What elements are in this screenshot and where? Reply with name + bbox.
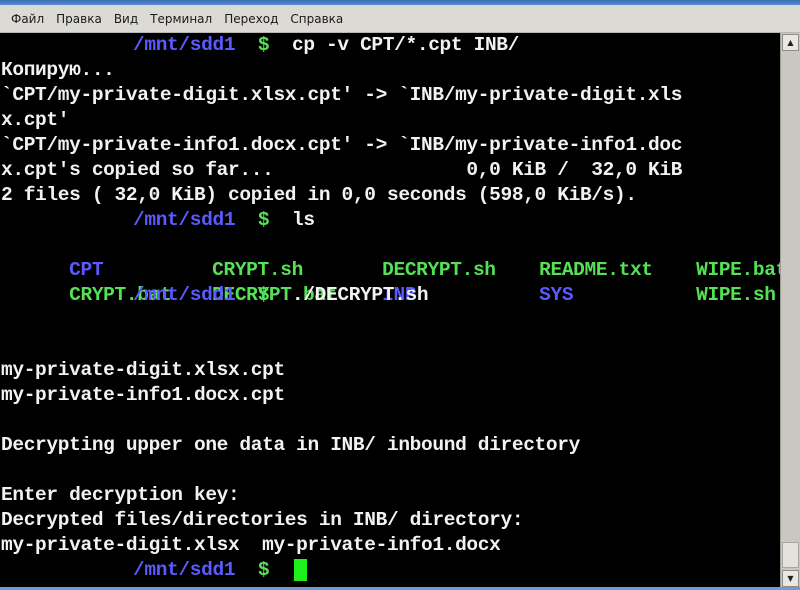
vertical-scrollbar[interactable]: ▲ ▼ <box>780 33 800 588</box>
prompt-symbol: $ <box>257 209 270 231</box>
output-line: 2 files ( 32,0 KiB) copied in 0,0 second… <box>1 184 637 206</box>
ls-entry: README.txt <box>539 259 653 281</box>
prompt-line: /mnt/sdd1 $ cp -v CPT/*.cpt INB/ <box>1 33 780 58</box>
menu-file[interactable]: Файл <box>6 10 49 28</box>
ls-entry: CRYPT.sh <box>212 259 303 281</box>
ls-row: CPT CRYPT.sh DECRYPT.sh README.txt WIPE.bat <box>1 233 780 281</box>
menu-help[interactable]: Справка <box>285 10 348 28</box>
output-line: Decrypting upper one data in INB/ inboun… <box>1 434 580 456</box>
output-line: x.cpt' <box>1 109 70 131</box>
output-line: my-private-info1.docx.cpt <box>1 384 285 406</box>
output-line: my-private-digit.xlsx.cpt <box>1 359 285 381</box>
arrow-up-icon: ▲ <box>787 38 794 47</box>
scroll-down-button[interactable]: ▼ <box>782 570 799 587</box>
prompt-line: /mnt/sdd1 $ ls <box>1 208 780 233</box>
output-line: my-private-digit.xlsx my-private-info1.d… <box>1 534 501 556</box>
menu-bar: Файл Правка Вид Терминал Переход Справка <box>0 5 800 33</box>
menu-view[interactable]: Вид <box>109 10 143 28</box>
terminal-lines: /mnt/sdd1 $ cp -v CPT/*.cpt INB/ Копирую… <box>1 33 780 583</box>
ls-entry: DECRYPT.sh <box>382 259 496 281</box>
command-text: ./DECRYPT.sh <box>291 284 429 306</box>
prompt-path: /mnt/sdd1 <box>133 559 236 581</box>
ls-entry: WIPE.bat <box>696 259 780 281</box>
output-line: x.cpt's copied so far... 0,0 KiB / 32,0 … <box>1 159 683 181</box>
output-line: Enter decryption key: <box>1 484 240 506</box>
ls-entry: SYS <box>539 284 574 306</box>
text-cursor <box>293 558 307 581</box>
output-line: `CPT/my-private-info1.docx.cpt' -> `INB/… <box>1 134 683 156</box>
command-text: ls <box>291 209 315 231</box>
prompt-path: /mnt/sdd1 <box>133 209 236 231</box>
output-line: Копирую... <box>1 59 115 81</box>
prompt-symbol: $ <box>257 559 270 581</box>
prompt-line: /mnt/sdd1 $ <box>1 558 780 583</box>
ls-entry: CPT <box>69 259 104 281</box>
output-line: Decrypted files/directories in INB/ dire… <box>1 509 524 531</box>
output-line: `CPT/my-private-digit.xlsx.cpt' -> `INB/… <box>1 84 683 106</box>
prompt-path: /mnt/sdd1 <box>133 284 236 306</box>
ls-entry: WIPE.sh <box>696 284 776 306</box>
arrow-down-icon: ▼ <box>787 574 794 583</box>
prompt-symbol: $ <box>257 34 270 56</box>
scrollbar-thumb[interactable] <box>782 542 799 568</box>
prompt-path: /mnt/sdd1 <box>133 34 236 56</box>
command-text: cp -v CPT/*.cpt INB/ <box>291 34 520 56</box>
menu-go[interactable]: Переход <box>219 10 283 28</box>
menu-terminal[interactable]: Терминал <box>145 10 217 28</box>
scroll-up-button[interactable]: ▲ <box>782 34 799 51</box>
terminal-output[interactable]: /mnt/sdd1 $ cp -v CPT/*.cpt INB/ Копирую… <box>0 33 780 588</box>
menu-edit[interactable]: Правка <box>51 10 107 28</box>
prompt-symbol: $ <box>257 284 270 306</box>
